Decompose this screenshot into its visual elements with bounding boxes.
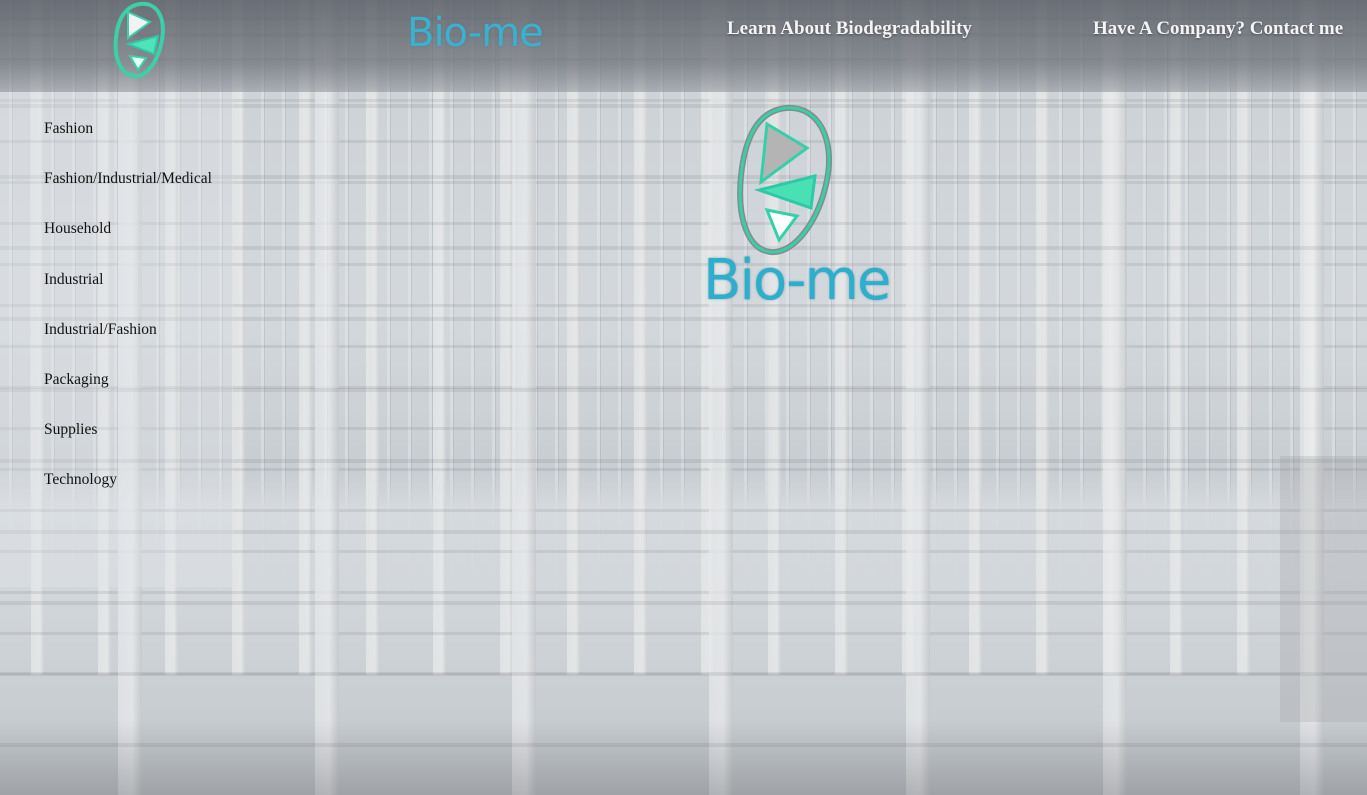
- nav-link-learn-biodegradability[interactable]: Learn About Biodegradability: [727, 18, 972, 40]
- right-edge-panel: [1280, 456, 1367, 722]
- category-item-fashion-industrial-medical[interactable]: Fashion/Industrial/Medical: [44, 170, 212, 220]
- category-item-packaging[interactable]: Packaging: [44, 371, 212, 421]
- page: Bio-me Learn About Biodegradability Have…: [0, 0, 1367, 795]
- category-item-household[interactable]: Household: [44, 220, 212, 270]
- category-item-technology[interactable]: Technology: [44, 471, 212, 521]
- category-item-industrial-fashion[interactable]: Industrial/Fashion: [44, 321, 212, 371]
- category-item-industrial[interactable]: Industrial: [44, 271, 212, 321]
- top-header: Bio-me Learn About Biodegradability Have…: [0, 0, 1367, 92]
- category-item-fashion[interactable]: Fashion: [44, 120, 212, 170]
- category-list: Fashion Fashion/Industrial/Medical House…: [44, 120, 212, 522]
- bio-me-logo-icon[interactable]: [110, 0, 170, 80]
- bio-me-logo-icon: [731, 104, 841, 264]
- category-item-supplies[interactable]: Supplies: [44, 421, 212, 471]
- hero-brand-wordmark: Bio-me: [703, 248, 891, 313]
- bottom-shade: [0, 720, 1367, 795]
- nav-link-contact[interactable]: Have A Company? Contact me: [1093, 18, 1343, 40]
- header-brand-wordmark[interactable]: Bio-me: [407, 10, 544, 56]
